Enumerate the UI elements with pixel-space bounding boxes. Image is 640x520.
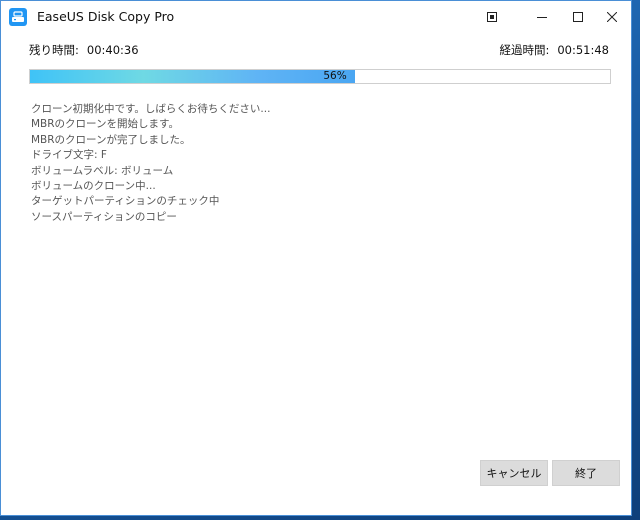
app-window: EaseUS Disk Copy Pro 残り時間: 00:40:36 経過時間…: [0, 0, 632, 516]
window-title: EaseUS Disk Copy Pro: [37, 9, 175, 24]
close-icon: [607, 12, 617, 22]
log-line: ボリュームラベル: ボリューム: [31, 164, 174, 177]
elapsed-time-value: 00:51:48: [557, 43, 609, 57]
remaining-time: 残り時間: 00:40:36: [29, 42, 139, 58]
app-icon: [9, 8, 27, 26]
log-line: クローン初期化中です。しばらくお待ちください...: [31, 103, 271, 115]
remaining-time-value: 00:40:36: [86, 43, 139, 57]
elapsed-time: 経過時間: 00:51:48: [499, 42, 609, 58]
maximize-icon: [573, 12, 583, 22]
title-bar[interactable]: EaseUS Disk Copy Pro: [1, 1, 631, 33]
cancel-button[interactable]: キャンセル: [480, 460, 548, 486]
log-line: MBRのクローンを開始します。: [31, 118, 179, 131]
log-line: ターゲットパーティションのチェック中: [31, 195, 220, 208]
restore-window-icon: [487, 12, 497, 22]
minimize-icon: [537, 17, 547, 18]
remaining-time-label: 残り時間:: [29, 43, 79, 57]
log-line: ソースパーティションのコピー: [31, 210, 177, 223]
elapsed-time-label: 経過時間:: [499, 43, 550, 57]
restore-window-button[interactable]: [469, 1, 515, 33]
log-line: ドライブ文字: F: [31, 149, 107, 162]
finish-button[interactable]: 終了: [552, 460, 620, 486]
log-line: MBRのクローンが完了しました。: [31, 133, 191, 146]
progress-percent-text: 56%: [323, 70, 347, 82]
log-line: ボリュームのクローン中...: [31, 180, 156, 193]
progress-bar: 56%: [29, 69, 611, 84]
status-log: クローン初期化中です。しばらくお待ちください... MBRのクローンを開始します。…: [31, 102, 591, 225]
close-button[interactable]: [589, 1, 635, 33]
